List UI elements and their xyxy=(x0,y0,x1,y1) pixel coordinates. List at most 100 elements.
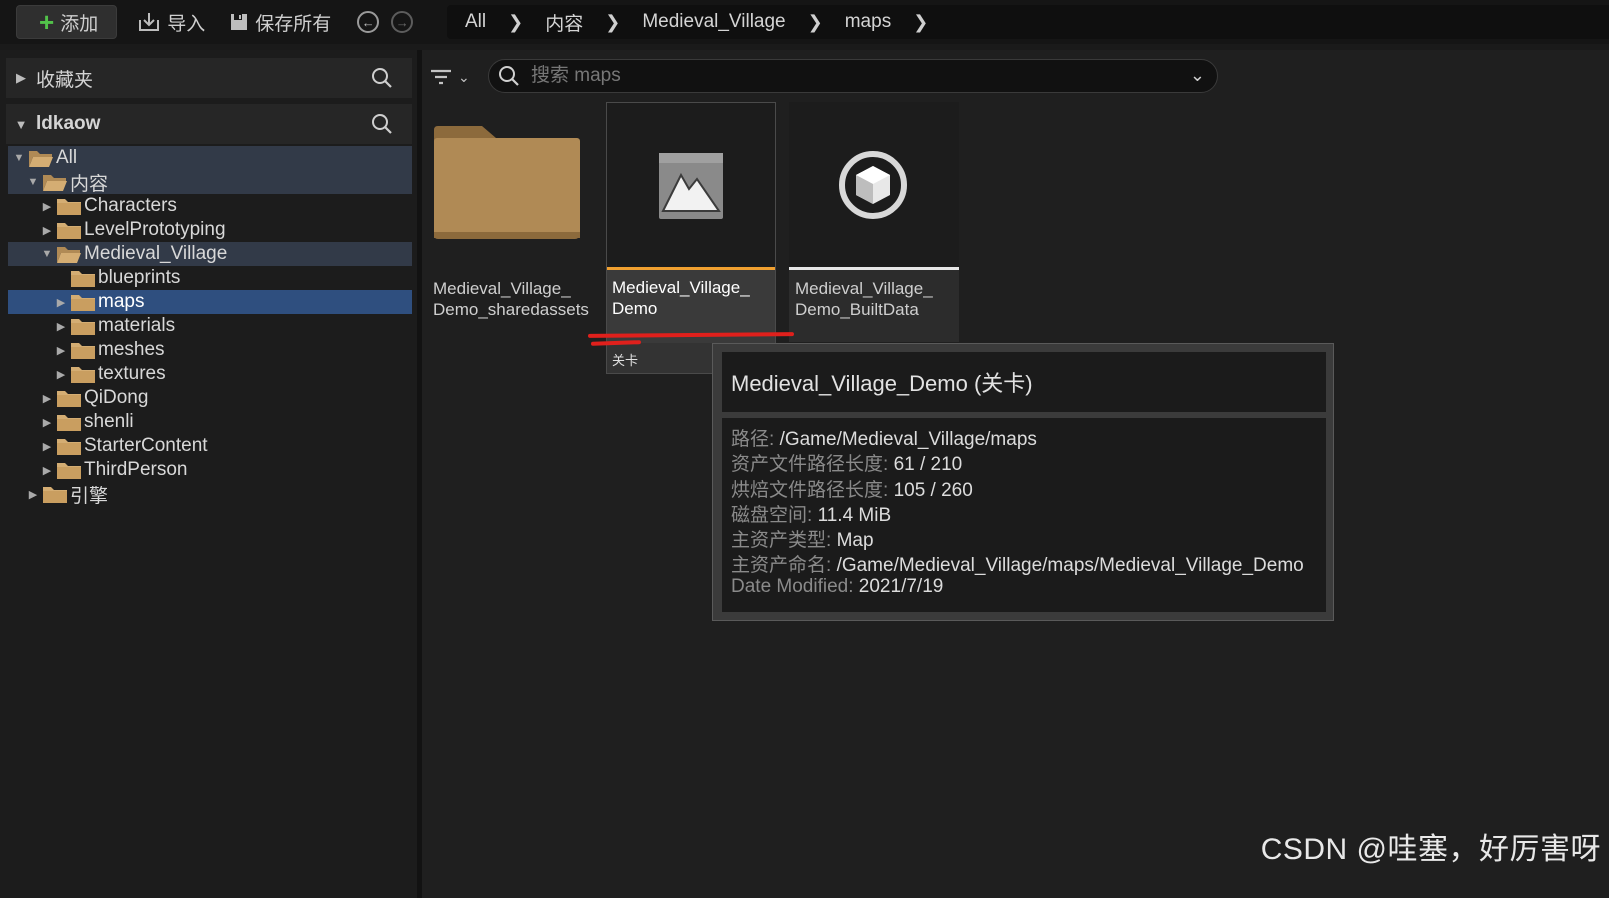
tooltip-row: 路径: /Game/Medieval_Village/maps xyxy=(731,424,1326,450)
tree-item[interactable]: blueprints xyxy=(8,266,412,290)
caret-right-icon[interactable]: ▶ xyxy=(40,200,54,213)
folder-open-icon xyxy=(28,148,54,168)
tooltip-value: Map xyxy=(836,530,874,552)
folder-icon xyxy=(42,484,68,504)
caret-right-icon[interactable]: ▶ xyxy=(6,70,36,86)
caret-right-icon[interactable]: ▶ xyxy=(40,224,54,237)
caret-right-icon[interactable]: ▶ xyxy=(54,344,68,357)
folder-icon xyxy=(56,436,82,456)
tooltip-value: 11.4 MiB xyxy=(817,504,892,526)
tree-item-label: LevelPrototyping xyxy=(84,219,226,240)
import-button-label: 导入 xyxy=(167,13,206,35)
tooltip-key: Date Modified: xyxy=(731,575,854,597)
watermark: CSDN @哇塞，好厉害呀 xyxy=(1260,833,1601,866)
folder-icon xyxy=(70,268,96,288)
filter-button[interactable]: ⌄ xyxy=(430,64,476,90)
builtdata-asset-tile[interactable]: Medieval_Village_ Demo_BuiltData xyxy=(789,102,959,342)
tooltip-row: 资产文件路径长度: 61 / 210 xyxy=(731,449,1326,476)
back-arrow-icon[interactable]: ← xyxy=(357,11,380,33)
plus-icon: + xyxy=(39,7,55,37)
tree-item[interactable]: ▶ maps xyxy=(8,290,412,314)
search-icon[interactable] xyxy=(370,66,394,90)
caret-down-icon[interactable]: ▼ xyxy=(26,176,40,188)
add-button[interactable]: + 添加 xyxy=(16,5,118,39)
tooltip-details: 路径: /Game/Medieval_Village/maps 资产文件路径长度:… xyxy=(722,418,1326,612)
caret-down-icon[interactable]: ▼ xyxy=(6,117,36,132)
tooltip-row: 主资产类型: Map xyxy=(731,525,1326,552)
tree-item-label: shenli xyxy=(84,411,134,432)
tree-item-label: meshes xyxy=(98,339,165,360)
tree-item[interactable]: ▶ QiDong xyxy=(8,386,412,410)
caret-right-icon[interactable]: ▶ xyxy=(40,392,54,405)
tooltip-value: 105 / 260 xyxy=(893,479,973,501)
tree-item[interactable]: ▶ meshes xyxy=(8,338,412,362)
tree-item-label: QiDong xyxy=(84,387,149,408)
folder-open-icon xyxy=(42,172,68,192)
chevron-right-icon[interactable]: ❯ xyxy=(605,12,620,33)
caret-right-icon[interactable]: ▶ xyxy=(40,464,54,477)
chevron-right-icon[interactable]: ❯ xyxy=(508,12,523,33)
tree-item[interactable]: ▼ Medieval_Village xyxy=(8,242,412,266)
search-icon[interactable] xyxy=(370,112,394,136)
import-button[interactable]: 导入 xyxy=(125,5,217,39)
tree-item[interactable]: ▶ Characters xyxy=(8,194,412,218)
caret-right-icon[interactable]: ▶ xyxy=(40,416,54,429)
tree-item[interactable]: ▶ textures xyxy=(8,362,412,386)
chevron-right-icon[interactable]: ❯ xyxy=(808,12,823,33)
chevron-down-icon: ⌄ xyxy=(458,68,470,85)
chevron-down-icon[interactable]: ⌄ xyxy=(1190,65,1205,86)
asset-type-label: 关卡 xyxy=(612,353,639,368)
tree-item[interactable]: ▶ shenli xyxy=(8,410,412,434)
caret-right-icon[interactable]: ▶ xyxy=(54,368,68,381)
map-thumbnail xyxy=(607,103,775,267)
breadcrumb-content[interactable]: 内容 xyxy=(545,9,583,36)
caret-right-icon[interactable]: ▶ xyxy=(40,440,54,453)
filter-icon xyxy=(431,69,451,85)
tree-item-label: All xyxy=(56,147,78,168)
caret-down-icon[interactable]: ▼ xyxy=(40,248,54,260)
forward-arrow-icon[interactable]: → xyxy=(391,11,414,33)
caret-down-icon[interactable]: ▼ xyxy=(12,152,26,164)
tooltip-row: Date Modified: 2021/7/19 xyxy=(731,576,1326,601)
tree-item[interactable]: ▼ 内容 xyxy=(8,170,412,195)
sources-panel: ▶ 收藏夹 ▼ ldkaow ▼ All ▼ 内容 ▶ Characters ▶ LevelP… xyxy=(0,50,417,898)
folder-icon xyxy=(56,388,82,408)
save-all-button[interactable]: 保存所有 xyxy=(217,5,343,39)
cube-asset-icon xyxy=(839,151,907,219)
project-header[interactable]: ▼ ldkaow xyxy=(6,104,412,144)
folder-icon xyxy=(56,196,82,216)
tree-item[interactable]: ▶ StarterContent xyxy=(8,434,412,458)
tree-item-label: 内容 xyxy=(70,173,109,195)
breadcrumb-all[interactable]: All xyxy=(465,11,486,33)
tooltip-value: 61 / 210 xyxy=(893,454,963,476)
folder-icon xyxy=(70,364,96,384)
tree-item-label: blueprints xyxy=(98,267,181,288)
tree-item[interactable]: ▶ materials xyxy=(8,314,412,338)
tree-item[interactable]: ▶ 引擎 xyxy=(8,482,412,507)
breadcrumb-maps[interactable]: maps xyxy=(845,11,891,33)
tree-item[interactable]: ▶ LevelPrototyping xyxy=(8,218,412,242)
tree-item-label: ThirdPerson xyxy=(84,459,188,480)
favorites-header[interactable]: ▶ 收藏夹 xyxy=(6,58,412,98)
save-all-button-label: 保存所有 xyxy=(255,13,332,35)
folder-asset-label[interactable]: Medieval_Village_ Demo_sharedassets xyxy=(433,278,589,320)
caret-right-icon[interactable]: ▶ xyxy=(54,320,68,333)
folder-open-icon xyxy=(56,244,82,264)
tree-item-label: materials xyxy=(98,315,176,336)
search-icon xyxy=(499,66,519,86)
tree-item[interactable]: ▶ ThirdPerson xyxy=(8,458,412,482)
folder-icon xyxy=(56,412,82,432)
search-input[interactable] xyxy=(531,65,1171,87)
import-icon xyxy=(139,13,160,31)
asset-type-color-bar xyxy=(607,267,775,270)
folder-asset[interactable] xyxy=(432,122,582,242)
tree-item[interactable]: ▼ All xyxy=(8,146,412,170)
tooltip-value: /Game/Medieval_Village/maps/Medieval_Vil… xyxy=(836,555,1304,577)
tree-item-label: 引擎 xyxy=(70,485,109,507)
caret-right-icon[interactable]: ▶ xyxy=(54,296,68,309)
chevron-right-icon[interactable]: ❯ xyxy=(913,12,928,33)
folder-icon xyxy=(70,292,96,312)
asset-tooltip: Medieval_Village_Demo (关卡) 路径: /Game/Med… xyxy=(712,343,1334,621)
breadcrumb-medieval-village[interactable]: Medieval_Village xyxy=(642,11,785,33)
caret-right-icon[interactable]: ▶ xyxy=(26,488,40,501)
